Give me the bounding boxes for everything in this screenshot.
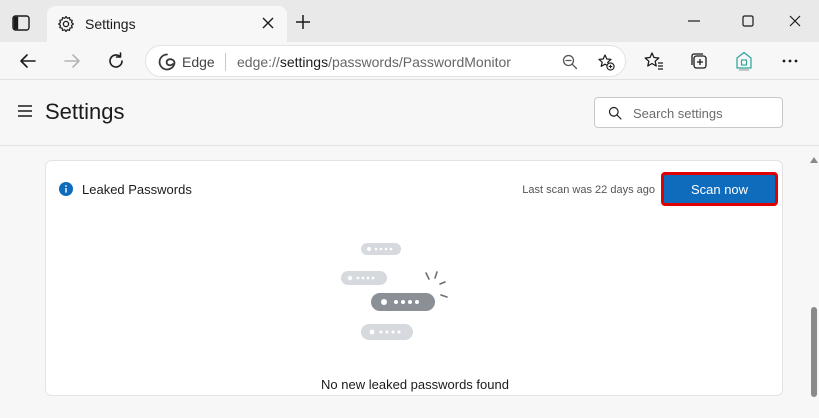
collections-icon[interactable]	[688, 50, 710, 72]
tab-settings[interactable]: Settings	[47, 6, 287, 42]
menu-icon[interactable]	[17, 104, 33, 118]
header-divider	[0, 145, 819, 146]
close-tab-icon[interactable]	[261, 16, 275, 30]
tab-title: Settings	[85, 16, 136, 32]
browser-label: Edge	[182, 54, 215, 70]
gear-icon	[57, 15, 75, 33]
back-icon[interactable]	[18, 51, 38, 71]
page-title: Settings	[45, 99, 125, 124]
search-input[interactable]	[633, 103, 773, 123]
empty-state-message: No new leaked passwords found	[321, 377, 509, 392]
scrollbar-thumb[interactable]	[811, 307, 817, 397]
url-text[interactable]: edge://settings/passwords/PasswordMonito…	[237, 54, 511, 70]
tab-strip: Settings	[0, 0, 819, 42]
browser-toolbar: Edge edge://settings/passwords/PasswordM…	[0, 42, 819, 80]
edge-logo-icon	[158, 53, 176, 71]
extension-icon[interactable]	[733, 50, 755, 72]
favorites-icon[interactable]	[643, 50, 665, 72]
leaked-passwords-card: Leaked Passwords Last scan was 22 days a…	[45, 160, 783, 396]
tab-actions-icon[interactable]	[10, 12, 32, 34]
scroll-up-icon[interactable]	[810, 150, 818, 163]
refresh-icon[interactable]	[106, 51, 126, 71]
minimize-icon[interactable]	[685, 12, 703, 30]
last-scan-text: Last scan was 22 days ago	[522, 184, 655, 196]
zoom-icon[interactable]	[561, 53, 579, 71]
new-tab-icon[interactable]	[295, 14, 311, 30]
search-box[interactable]	[594, 97, 783, 128]
address-bar[interactable]: Edge edge://settings/passwords/PasswordM…	[145, 45, 626, 77]
search-icon	[608, 106, 622, 120]
url-separator	[225, 53, 226, 71]
info-icon	[59, 182, 73, 196]
forward-icon[interactable]	[62, 51, 82, 71]
scan-illustration	[341, 240, 461, 345]
add-favorite-icon[interactable]	[597, 53, 615, 71]
maximize-icon[interactable]	[739, 12, 757, 30]
scan-now-button[interactable]: Scan now	[661, 172, 778, 206]
more-options-icon[interactable]	[779, 50, 801, 72]
close-window-icon[interactable]	[786, 12, 804, 30]
card-title: Leaked Passwords	[82, 182, 192, 197]
